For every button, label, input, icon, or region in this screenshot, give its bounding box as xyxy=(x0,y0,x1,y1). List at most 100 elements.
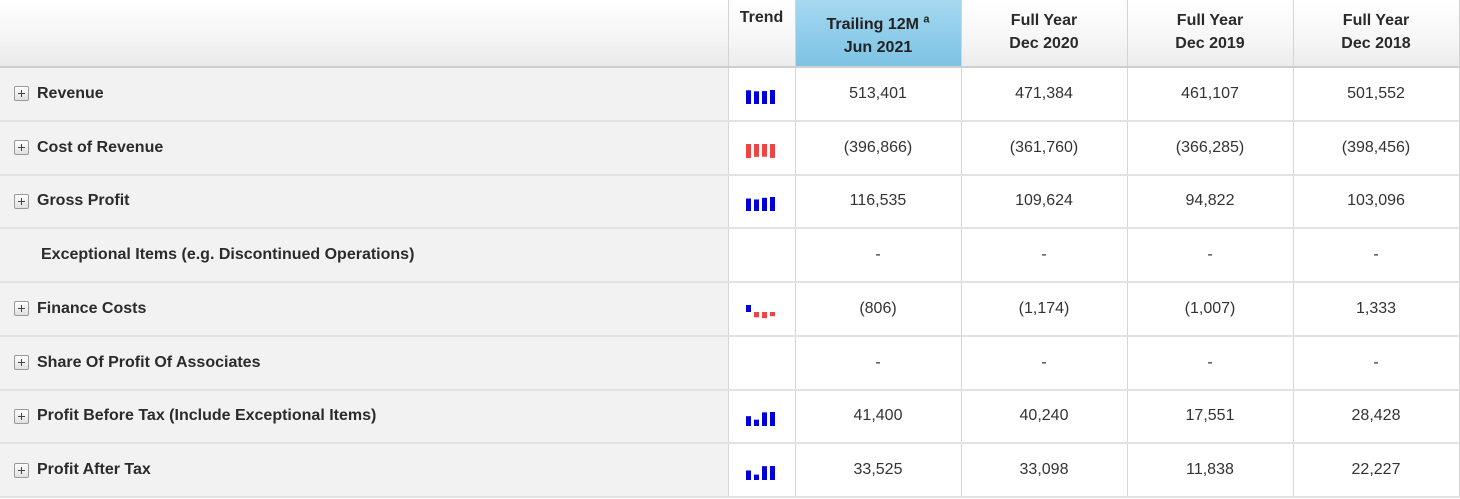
row-label: Exceptional Items (e.g. Discontinued Ope… xyxy=(41,246,415,263)
value-cell: - xyxy=(1127,335,1294,391)
trend-cell xyxy=(728,282,796,337)
column-header-trailing-12m[interactable]: Trailing 12M a Jun 2021 xyxy=(795,0,962,68)
row-label-cell: Gross Profit xyxy=(0,174,729,230)
trend-bar xyxy=(761,466,767,481)
row-label: Revenue xyxy=(37,84,104,102)
value-cell: 501,552 xyxy=(1293,67,1460,122)
row-label-cell: Revenue xyxy=(0,67,729,122)
trend-sparkline[interactable] xyxy=(745,304,778,319)
value-cell: - xyxy=(1127,228,1294,283)
row-label-cell: Exceptional Items (e.g. Discontinued Ope… xyxy=(0,228,729,283)
column-header-line2: Dec 2019 xyxy=(1175,35,1245,52)
row-label: Share Of Profit Of Associates xyxy=(37,353,261,371)
value-cell: (396,866) xyxy=(795,120,962,176)
trend-cell xyxy=(728,174,796,230)
table-body: Revenue 513,401 471,384 461,107 501,552 Cost … xyxy=(0,67,1460,498)
trend-bar xyxy=(753,474,759,481)
trend-bar xyxy=(745,198,751,212)
value-cell: 28,428 xyxy=(1293,389,1460,445)
trend-bar xyxy=(769,311,775,317)
value-cell: 33,525 xyxy=(795,443,962,498)
value-cell: 17,551 xyxy=(1127,389,1294,445)
trend-cell xyxy=(728,389,796,445)
row-label-cell: Profit After Tax xyxy=(0,443,729,498)
trend-sparkline[interactable] xyxy=(745,89,778,104)
trend-bar xyxy=(761,311,767,319)
table-row: Share Of Profit Of Associates - - - - xyxy=(0,335,1460,391)
row-label-cell: Cost of Revenue xyxy=(0,120,729,176)
value-cell: - xyxy=(795,335,962,391)
column-header-line1: Trailing 12M xyxy=(826,16,919,33)
value-cell: (398,456) xyxy=(1293,120,1460,176)
expand-plus-icon[interactable] xyxy=(14,408,29,424)
value-cell: (1,174) xyxy=(961,282,1128,337)
value-cell: 103,096 xyxy=(1293,174,1460,230)
row-label-cell: Profit Before Tax (Include Exceptional I… xyxy=(0,389,729,445)
value-cell: - xyxy=(795,228,962,283)
column-header-dec-2018[interactable]: Full Year Dec 2018 xyxy=(1293,0,1460,68)
trend-bar xyxy=(769,89,775,104)
trend-sparkline[interactable] xyxy=(745,197,778,212)
trend-bar xyxy=(761,198,767,212)
table-row: Gross Profit 116,535 109,624 94,822 103,096 xyxy=(0,174,1460,230)
expand-plus-icon[interactable] xyxy=(14,355,29,370)
table-row: Finance Costs (806) (1,174) (1,007) 1,333 xyxy=(0,282,1460,337)
column-header-line2: Dec 2018 xyxy=(1341,35,1411,52)
table-row: Exceptional Items (e.g. Discontinued Ope… xyxy=(0,228,1460,283)
value-cell: (806) xyxy=(795,282,962,337)
row-label: Finance Costs xyxy=(37,299,147,317)
value-cell: 1,333 xyxy=(1293,282,1460,337)
trend-bar xyxy=(769,197,775,212)
value-cell: 41,400 xyxy=(795,389,962,445)
trend-cell xyxy=(728,120,796,176)
value-cell: - xyxy=(961,335,1128,391)
column-header-dec-2019[interactable]: Full Year Dec 2019 xyxy=(1127,0,1294,68)
trend-cell xyxy=(728,335,796,391)
trend-bar xyxy=(769,412,775,427)
trend-bar xyxy=(761,143,767,157)
table-row: Revenue 513,401 471,384 461,107 501,552 xyxy=(0,67,1460,122)
trend-cell xyxy=(728,228,796,283)
trend-bar xyxy=(745,304,751,312)
expand-plus-icon[interactable] xyxy=(14,301,29,317)
trend-sparkline[interactable] xyxy=(745,143,778,158)
column-header-line2: Jun 2021 xyxy=(843,39,913,56)
value-cell: - xyxy=(1293,228,1460,283)
trend-column-header: Trend xyxy=(728,0,796,68)
value-cell: 461,107 xyxy=(1127,67,1294,122)
row-label-header xyxy=(0,0,729,68)
value-cell: 40,240 xyxy=(961,389,1128,445)
footnote-marker[interactable]: a xyxy=(923,14,929,26)
row-label: Profit Before Tax (Include Exceptional I… xyxy=(37,407,377,425)
row-label: Gross Profit xyxy=(37,192,130,210)
value-cell: - xyxy=(961,228,1128,283)
trend-bar xyxy=(769,143,775,158)
expand-plus-icon[interactable] xyxy=(14,86,29,102)
value-cell: (1,007) xyxy=(1127,282,1294,337)
table-row: Profit Before Tax (Include Exceptional I… xyxy=(0,389,1460,445)
trend-bar xyxy=(745,470,751,481)
value-cell: 22,227 xyxy=(1293,443,1460,498)
value-cell: 11,838 xyxy=(1127,443,1294,498)
column-header-line1: Full Year xyxy=(1176,12,1244,29)
expand-plus-icon[interactable] xyxy=(14,462,29,478)
expand-plus-icon[interactable] xyxy=(14,140,29,155)
trend-cell xyxy=(728,443,796,498)
trend-bar xyxy=(761,90,767,104)
value-cell: 116,535 xyxy=(795,174,962,230)
financial-table: Trend Trailing 12M a Jun 2021 Full Year De… xyxy=(0,0,1460,498)
trend-bar xyxy=(761,412,767,427)
trend-bar xyxy=(745,90,751,104)
value-cell: 33,098 xyxy=(961,443,1128,498)
trend-bar xyxy=(753,420,759,427)
column-header-dec-2020[interactable]: Full Year Dec 2020 xyxy=(961,0,1128,68)
row-label-cell: Finance Costs xyxy=(0,282,729,337)
trend-bar xyxy=(753,143,759,157)
trend-bar xyxy=(753,199,759,212)
trend-bar xyxy=(745,143,751,158)
trend-sparkline[interactable] xyxy=(745,466,778,481)
trend-sparkline[interactable] xyxy=(745,412,778,427)
column-header-line1: Full Year xyxy=(1342,12,1410,29)
expand-plus-icon[interactable] xyxy=(14,193,29,209)
table-row: Profit After Tax 33,525 33,098 11,838 22,227 xyxy=(0,443,1460,498)
